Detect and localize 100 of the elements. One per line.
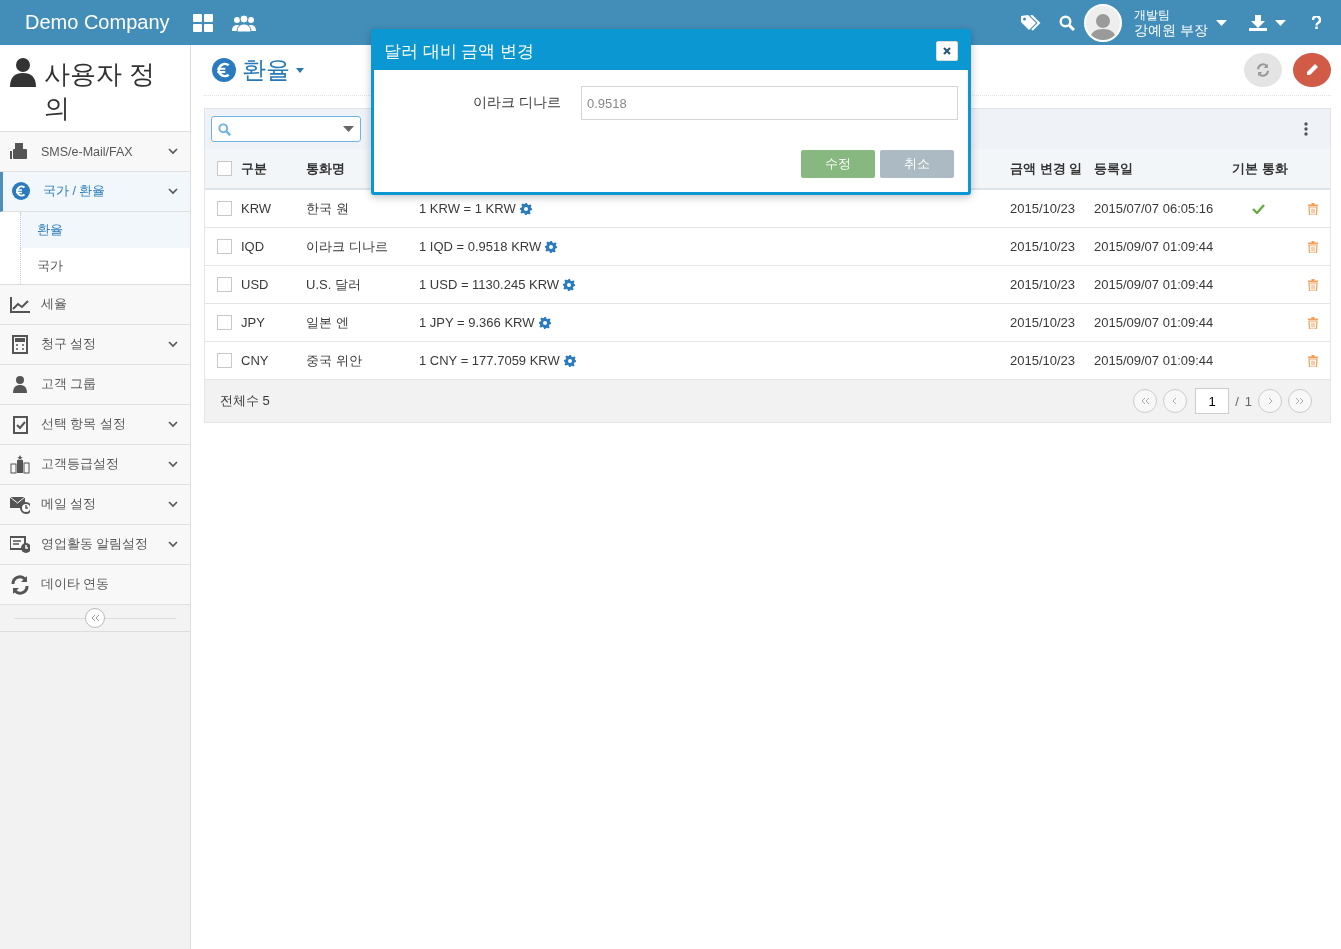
calculator-icon: [10, 334, 30, 355]
checkbox[interactable]: [217, 161, 232, 176]
table-cell: 2015/10/23: [1010, 239, 1076, 254]
pencil-icon: [1305, 63, 1319, 77]
table-cell: 1 KRW = 1 KRW: [419, 201, 516, 216]
gear-icon[interactable]: [563, 278, 576, 291]
table-cell: 2015/10/23: [1010, 277, 1076, 292]
table-cell: 한국 원: [306, 199, 349, 218]
gear-icon[interactable]: [545, 240, 558, 253]
sidebar-item[interactable]: 메일 설정: [0, 485, 190, 525]
checkbox[interactable]: [217, 315, 232, 330]
help-icon[interactable]: [1312, 16, 1321, 29]
caret-down-icon[interactable]: [1275, 19, 1286, 26]
checkbox[interactable]: [217, 239, 232, 254]
table-cell: 1 CNY = 177.7059 KRW: [419, 353, 560, 368]
trash-icon[interactable]: [1308, 202, 1318, 215]
gear-icon[interactable]: [563, 354, 576, 367]
sidebar-item[interactable]: 세율: [0, 285, 190, 325]
chevron-down-icon: [168, 421, 178, 428]
edit-button[interactable]: [1293, 53, 1331, 87]
search-icon[interactable]: [1059, 14, 1076, 31]
trash-icon[interactable]: [1308, 278, 1318, 291]
double-chevron-right-icon: [1295, 397, 1305, 405]
table-cell: USD: [241, 277, 269, 292]
search-icon: [218, 122, 231, 136]
more-vertical-icon[interactable]: [1304, 122, 1308, 136]
table-cell: 중국 위안: [306, 351, 362, 370]
page-title[interactable]: 환율: [242, 54, 290, 86]
line-chart-icon: [10, 294, 30, 315]
clipboard-check-icon: [10, 414, 30, 435]
caret-down-icon[interactable]: [296, 67, 304, 73]
caret-down-icon[interactable]: [1216, 19, 1227, 26]
sidebar-item[interactable]: 데이타 연동: [0, 565, 190, 605]
checkbox[interactable]: [217, 277, 232, 292]
euro-icon: [212, 58, 236, 82]
gear-icon[interactable]: [538, 316, 551, 329]
grid-icon[interactable]: [192, 13, 214, 32]
total-count: 전체수 5: [220, 392, 270, 410]
sidebar-item[interactable]: SMS/e-Mail/FAX: [0, 132, 190, 172]
table-cell: 2015/10/23: [1010, 201, 1076, 216]
euro-icon: [12, 181, 32, 202]
checkbox[interactable]: [217, 201, 232, 216]
trash-icon[interactable]: [1308, 316, 1318, 329]
user-icon: [10, 374, 30, 395]
caret-down-icon: [343, 126, 354, 132]
user-name[interactable]: 강예원 부장: [1134, 22, 1208, 38]
sidebar-item[interactable]: 고객등급설정: [0, 445, 190, 485]
table-cell: 2015/10/23: [1010, 353, 1076, 368]
table-cell: KRW: [241, 201, 272, 216]
close-button[interactable]: [936, 41, 958, 61]
table-cell: 2015/10/23: [1010, 315, 1076, 330]
double-chevron-left-icon: [90, 614, 100, 622]
refresh-button[interactable]: [1244, 53, 1282, 87]
dialog-title: 달러 대비 금액 변경: [384, 40, 535, 63]
refresh-icon: [1256, 63, 1270, 77]
list-clock-icon: [10, 534, 30, 555]
submenu-item[interactable]: 환율: [20, 212, 190, 248]
chevron-down-icon: [168, 461, 178, 468]
avatar[interactable]: [1084, 3, 1123, 42]
table-cell: CNY: [241, 353, 269, 368]
gear-icon[interactable]: [519, 202, 532, 215]
column-header[interactable]: 통화명: [306, 159, 345, 178]
search-select[interactable]: [211, 116, 361, 142]
sidebar-item[interactable]: 청구 설정: [0, 325, 190, 365]
table-cell: 2015/09/07 01:09:44: [1094, 353, 1214, 368]
table-cell: 2015/07/07 06:05:16: [1094, 201, 1214, 216]
tags-icon[interactable]: [1021, 14, 1042, 31]
submenu-item[interactable]: 국가: [20, 248, 190, 284]
table-cell: U.S. 달러: [306, 275, 361, 294]
column-header[interactable]: 기본 통화: [1232, 159, 1288, 178]
fax-icon: [10, 141, 30, 162]
sidebar-item[interactable]: 국가 / 환율: [0, 172, 190, 212]
table-cell: 2015/09/07 01:09:44: [1094, 239, 1214, 254]
trash-icon[interactable]: [1308, 354, 1318, 367]
podium-icon: [10, 454, 30, 475]
chevron-down-icon: [168, 541, 178, 548]
sidebar-item[interactable]: 선택 항목 설정: [0, 405, 190, 445]
input-field[interactable]: 0.9518: [581, 86, 958, 120]
table-cell: 2015/09/07 01:09:44: [1094, 277, 1214, 292]
column-header[interactable]: 등록일: [1094, 159, 1133, 178]
column-header[interactable]: 구분: [241, 159, 267, 178]
brand-name[interactable]: Demo Company: [25, 11, 170, 34]
table-cell: 1 IQD = 0.9518 KRW: [419, 239, 542, 254]
sidebar-item[interactable]: 영업활동 알림설정: [0, 525, 190, 565]
sidebar-item[interactable]: 고객 그룹: [0, 365, 190, 405]
download-icon[interactable]: [1249, 14, 1267, 31]
page-input[interactable]: 1: [1195, 388, 1230, 414]
user-team: 개발팀: [1134, 7, 1172, 23]
table-cell: 이라크 디나르: [306, 237, 388, 256]
collapse-button[interactable]: [85, 608, 105, 628]
trash-icon[interactable]: [1308, 240, 1318, 253]
checkbox[interactable]: [217, 353, 232, 368]
field-label: 이라크 디나르: [472, 94, 562, 112]
chevron-down-icon: [168, 501, 178, 508]
chevron-down-icon: [168, 341, 178, 348]
sidebar-title: 사용자 정의: [44, 58, 157, 125]
users-icon[interactable]: [231, 13, 256, 32]
column-header[interactable]: 금액 변경 일: [1010, 159, 1083, 178]
double-chevron-left-icon: [1140, 397, 1151, 405]
user-icon: [10, 57, 36, 87]
